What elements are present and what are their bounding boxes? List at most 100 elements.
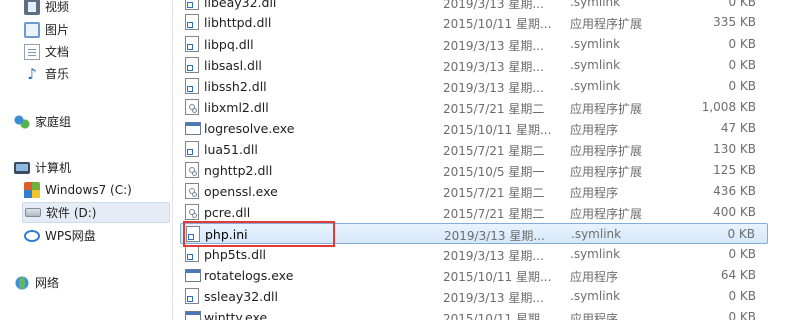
drive-icon	[25, 208, 41, 217]
file-date: 2015/10/11 星期...	[443, 123, 552, 137]
exe-file-icon	[185, 269, 201, 282]
nav-item-videos[interactable]: 视频	[24, 0, 195, 17]
file-size: 0 KB	[728, 0, 756, 9]
nav-item-computer[interactable]: 计算机	[14, 157, 185, 178]
file-type: 应用程序扩展	[570, 102, 643, 116]
file-size: 0 KB	[727, 227, 755, 241]
file-size: 0 KB	[728, 247, 756, 261]
file-row[interactable]: libhttpd.dll 2015/10/11 星期... 应用程序扩展 335…	[180, 12, 768, 33]
nav-item-label: 图片	[45, 23, 70, 37]
file-row[interactable]: php5ts.dll 2019/3/13 星期... .symlink 0 KB	[180, 244, 768, 265]
file-row[interactable]: ssleay32.dll 2019/3/13 星期... .symlink 0 …	[180, 286, 768, 307]
file-size: 64 KB	[720, 268, 756, 282]
file-size: 335 KB	[713, 15, 756, 29]
file-date: 2019/3/13 星期...	[443, 249, 544, 263]
symlink-file-icon	[185, 36, 199, 52]
file-row[interactable]: openssl.exe 2015/7/21 星期二 应用程序 436 KB	[180, 181, 768, 202]
nav-item-label: 网络	[35, 276, 60, 290]
file-date: 2019/3/13 星期...	[443, 291, 544, 305]
file-date: 2019/3/13 星期...	[444, 229, 545, 243]
file-size: 0 KB	[728, 37, 756, 51]
file-type: .symlink	[570, 37, 621, 51]
nav-item-pictures[interactable]: 图片	[24, 19, 195, 40]
file-type: 应用程序	[570, 123, 619, 137]
file-size: 125 KB	[713, 163, 756, 177]
file-date: 2015/7/21 星期二	[443, 186, 545, 200]
annotation-highlight-box	[183, 221, 335, 247]
file-name: rotatelogs.exe	[204, 268, 294, 283]
file-name: lua51.dll	[204, 142, 258, 157]
nav-item-label: 家庭组	[35, 115, 72, 129]
file-type: .symlink	[570, 247, 621, 261]
symlink-file-icon	[185, 141, 199, 157]
file-type: .symlink	[570, 289, 621, 303]
nav-item-label: WPS网盘	[45, 229, 96, 243]
file-type: 应用程序扩展	[570, 17, 643, 31]
dll-file-icon	[185, 99, 199, 115]
file-size: 1,008 KB	[701, 100, 756, 114]
file-date: 2019/3/13 星期...	[443, 39, 544, 53]
nav-item-label: 计算机	[35, 161, 72, 175]
file-size: 130 KB	[713, 142, 756, 156]
documents-library-icon	[24, 43, 40, 60]
network-icon	[14, 274, 30, 291]
file-size: 400 KB	[713, 205, 756, 219]
file-type: 应用程序	[570, 270, 619, 284]
file-row[interactable]: lua51.dll 2015/7/21 星期二 应用程序扩展 130 KB	[180, 139, 768, 160]
nav-item-label: 视频	[45, 0, 70, 14]
exe-file-icon	[185, 311, 201, 320]
homegroup-icon	[14, 113, 30, 130]
file-type: 应用程序	[570, 186, 619, 200]
file-row[interactable]: rotatelogs.exe 2015/10/11 星期... 应用程序 64 …	[180, 265, 768, 286]
file-size: 436 KB	[713, 184, 756, 198]
file-name: libssh2.dll	[204, 79, 267, 94]
file-type: .symlink	[570, 0, 621, 9]
file-row[interactable]: logresolve.exe 2015/10/11 星期... 应用程序 47 …	[180, 118, 768, 139]
nav-item-drive-d[interactable]: 软件 (D:)	[22, 202, 170, 223]
file-size: 47 KB	[720, 121, 756, 135]
file-list: libeay32.dll 2019/3/13 星期... .symlink 0 …	[172, 0, 800, 320]
nav-item-network[interactable]: 网络	[14, 272, 185, 293]
file-type: .symlink	[571, 227, 622, 241]
file-row[interactable]: libxml2.dll 2015/7/21 星期二 应用程序扩展 1,008 K…	[180, 97, 768, 118]
file-size: 0 KB	[728, 79, 756, 93]
file-row[interactable]: wintty.exe 2015/10/11 星期... 应用程序 0 KB	[180, 307, 768, 320]
file-date: 2015/10/11 星期...	[443, 17, 552, 31]
dll-file-icon	[185, 162, 199, 178]
file-row[interactable]: nghttp2.dll 2015/10/5 星期一 应用程序扩展 125 KB	[180, 160, 768, 181]
file-name: wintty.exe	[204, 310, 268, 320]
nav-item-music[interactable]: ♪ 音乐	[24, 63, 195, 84]
file-row[interactable]: pcre.dll 2015/7/21 星期二 应用程序扩展 400 KB	[180, 202, 768, 223]
nav-item-drive-c[interactable]: Windows7 (C:)	[24, 179, 195, 200]
file-row[interactable]: libsasl.dll 2019/3/13 星期... .symlink 0 K…	[180, 55, 768, 76]
computer-icon	[14, 161, 30, 174]
file-name: php5ts.dll	[204, 247, 267, 262]
file-date: 2015/7/21 星期二	[443, 102, 545, 116]
file-size: 0 KB	[728, 289, 756, 303]
file-type: 应用程序扩展	[570, 144, 643, 158]
dll-file-icon	[185, 204, 199, 220]
file-row[interactable]: libssh2.dll 2019/3/13 星期... .symlink 0 K…	[180, 76, 768, 97]
nav-item-wps-cloud[interactable]: WPS网盘	[24, 225, 195, 246]
file-date: 2019/3/13 星期...	[443, 81, 544, 95]
nav-item-label: 文档	[45, 45, 70, 59]
nav-item-homegroup[interactable]: 家庭组	[14, 111, 185, 132]
symlink-file-icon	[185, 78, 199, 94]
file-date: 2015/7/21 星期二	[443, 144, 545, 158]
file-name: libxml2.dll	[204, 100, 269, 115]
video-library-icon	[24, 0, 40, 15]
file-name: ssleay32.dll	[204, 289, 279, 304]
dll-file-icon	[185, 183, 199, 199]
file-date: 2015/10/11 星期...	[443, 312, 552, 320]
file-date: 2015/10/5 星期一	[443, 165, 545, 179]
file-name: openssl.exe	[204, 184, 278, 199]
file-name: pcre.dll	[204, 205, 251, 220]
file-row[interactable]: libpq.dll 2019/3/13 星期... .symlink 0 KB	[180, 34, 768, 55]
navigation-pane: 视频 图片 文档 ♪ 音乐 家庭组 计算机 Windows7 (C:) 软件 (…	[0, 0, 173, 320]
nav-item-documents[interactable]: 文档	[24, 41, 195, 62]
symlink-file-icon	[185, 0, 199, 10]
pictures-library-icon	[24, 21, 40, 38]
file-type: 应用程序扩展	[570, 207, 643, 221]
symlink-file-icon	[185, 14, 199, 30]
file-name: nghttp2.dll	[204, 163, 273, 178]
